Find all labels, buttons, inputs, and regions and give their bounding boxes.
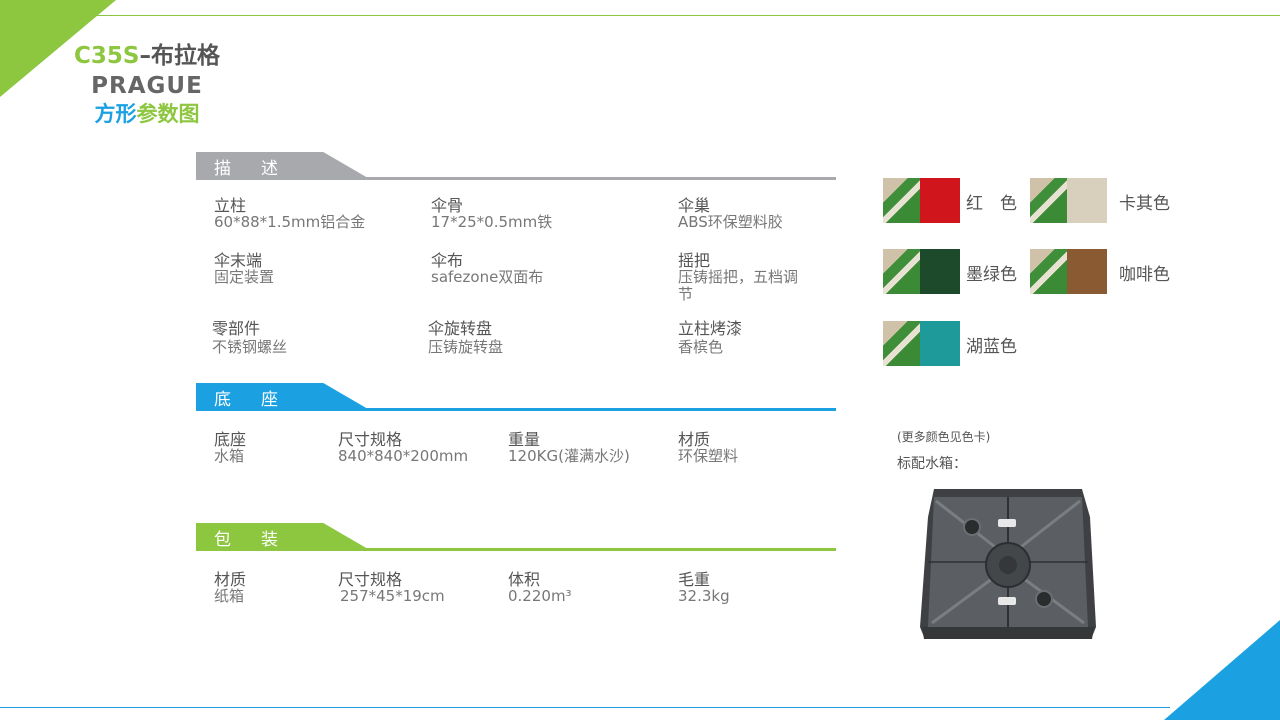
spec-value: 压铸摇把，五档调节 [678,268,799,303]
spec-value: 香槟色 [678,338,724,356]
swatch-label: 湖蓝色 [966,337,1017,357]
section-header-packaging: 包装 [196,523,836,551]
spec-value: 环保塑料 [678,447,739,465]
spec-value: 纸箱 [214,587,245,605]
section-header-base: 底座 [196,383,836,411]
spec-value: 60*88*1.5mm铝合金 [214,213,366,231]
spec-value: ABS环保塑料胶 [678,213,783,231]
swatch-lake-blue [883,321,960,366]
swatch-coffee [1030,249,1107,294]
subtitle: 方形参数图 [94,102,200,126]
swatch-red [883,178,960,223]
spec-value: 257*45*19cm [340,587,445,605]
spec-value: 水箱 [214,447,245,465]
spec-value: 17*25*0.5mm铁 [431,213,553,231]
spec-label: 伞旋转盘 [428,319,493,338]
spec-label: 立柱烤漆 [678,319,743,338]
corner-triangle-bottom-right [1164,620,1280,720]
swatch-dark-green [883,249,960,294]
spec-value: 840*840*200mm [338,447,469,465]
spec-label: 零部件 [212,319,261,338]
swatch-label: 红 色 [966,194,1017,214]
standard-tank-label: 标配水箱： [897,456,967,472]
spec-value: 不锈钢螺丝 [212,338,288,356]
swatch-label: 墨绿色 [966,265,1017,285]
title-block: C35S–布拉格 PRAGUE 方形参数图 [62,40,232,128]
swatch-label: 咖啡色 [1119,265,1170,285]
bottom-divider [0,707,1170,708]
spec-value: 压铸旋转盘 [428,338,504,356]
section-header-description: 描述 [196,152,836,180]
swatch-label: 卡其色 [1119,194,1170,214]
spec-value: 固定装置 [214,268,275,286]
swatch-khaki [1030,178,1107,223]
english-name: PRAGUE [91,73,203,99]
spec-value: 0.220m³ [508,587,572,605]
top-divider [60,15,1280,16]
more-colors-note: (更多颜色见色卡) [897,430,991,444]
model-title: C35S–布拉格 [74,43,220,69]
spec-value: 32.3kg [678,587,730,605]
water-tank-image [920,489,1096,639]
spec-value: 120KG(灌满水沙) [508,447,630,465]
spec-value: safezone双面布 [431,268,544,286]
